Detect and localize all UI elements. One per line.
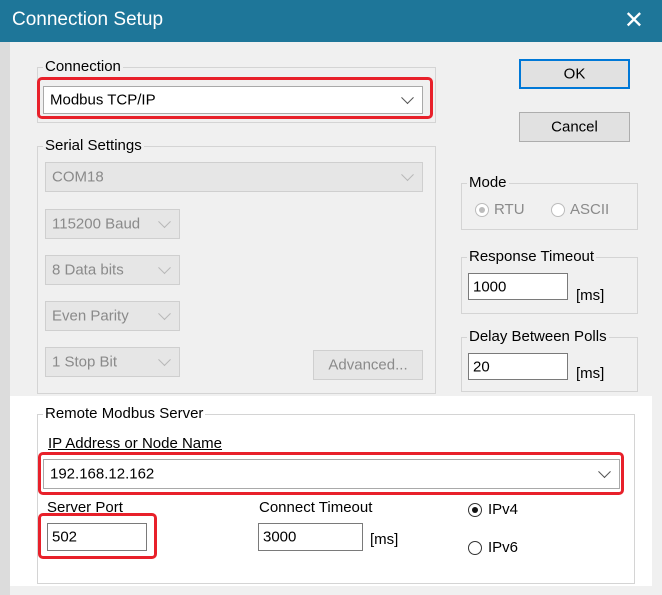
- window-title: Connection Setup: [12, 9, 164, 30]
- server-port-label: Server Port: [47, 499, 123, 516]
- delay-polls-unit: [ms]: [576, 365, 605, 382]
- connection-type-value: Modbus TCP/IP: [50, 91, 156, 109]
- stop-bits-value: 1 Stop Bit: [52, 353, 118, 371]
- ip-address-label: IP Address or Node Name: [48, 435, 222, 452]
- baud-select[interactable]: 115200 Baud: [45, 209, 180, 239]
- stop-bits-select[interactable]: 1 Stop Bit: [45, 347, 180, 377]
- connection-legend: Connection: [43, 58, 123, 75]
- chevron-down-icon: [158, 307, 171, 321]
- chevron-down-icon: [598, 465, 611, 479]
- parity-value: Even Parity: [52, 307, 129, 325]
- server-port-input[interactable]: 502: [47, 523, 147, 551]
- delay-polls-input[interactable]: 20: [468, 353, 568, 380]
- connect-timeout-value: 3000: [263, 528, 297, 546]
- response-timeout-value: 1000: [473, 278, 507, 295]
- ipv4-label: IPv4: [488, 501, 519, 518]
- chevron-down-icon: [401, 168, 414, 182]
- cancel-button[interactable]: Cancel: [519, 112, 630, 142]
- response-timeout-input[interactable]: 1000: [468, 273, 568, 300]
- connect-timeout-input[interactable]: 3000: [258, 523, 363, 551]
- response-timeout-unit: [ms]: [576, 287, 605, 304]
- baud-value: 115200 Baud: [52, 215, 141, 233]
- mode-ascii-radio[interactable]: [551, 203, 565, 217]
- advanced-button[interactable]: Advanced...: [313, 350, 423, 380]
- mode-rtu-radio[interactable]: [475, 203, 489, 217]
- chevron-down-icon: [158, 353, 171, 367]
- connection-type-select[interactable]: Modbus TCP/IP: [43, 86, 423, 114]
- data-bits-select[interactable]: 8 Data bits: [45, 255, 180, 285]
- cancel-button-label: Cancel: [551, 118, 598, 136]
- ip-address-value: 192.168.12.162: [50, 465, 155, 483]
- parity-select[interactable]: Even Parity: [45, 301, 180, 331]
- remote-server-legend: Remote Modbus Server: [43, 405, 206, 422]
- response-timeout-legend: Response Timeout: [467, 248, 597, 265]
- ok-button[interactable]: OK: [519, 59, 630, 89]
- mode-ascii-label: ASCII: [570, 201, 610, 218]
- delay-polls-value: 20: [473, 358, 490, 375]
- advanced-button-label: Advanced...: [328, 356, 408, 374]
- data-bits-value: 8 Data bits: [52, 261, 124, 279]
- ipv4-radio[interactable]: [468, 503, 482, 517]
- connect-timeout-unit: [ms]: [370, 531, 399, 548]
- serial-settings-legend: Serial Settings: [43, 137, 144, 154]
- ip-address-input[interactable]: 192.168.12.162: [43, 459, 620, 489]
- close-icon[interactable]: ✕: [624, 6, 644, 35]
- ipv6-radio[interactable]: [468, 541, 482, 555]
- chevron-down-icon: [158, 261, 171, 275]
- com-port-select[interactable]: COM18: [45, 162, 423, 192]
- ipv6-label: IPv6: [488, 539, 519, 556]
- title-bar[interactable]: Connection Setup ✕: [0, 0, 662, 42]
- window-edge: [0, 42, 10, 595]
- server-port-value: 502: [52, 528, 78, 546]
- chevron-down-icon: [401, 91, 414, 105]
- delay-polls-legend: Delay Between Polls: [467, 328, 609, 345]
- mode-rtu-label: RTU: [494, 201, 525, 218]
- com-port-value: COM18: [52, 168, 104, 186]
- mode-legend: Mode: [467, 174, 509, 191]
- ok-button-label: OK: [563, 65, 586, 83]
- connect-timeout-label: Connect Timeout: [259, 499, 373, 516]
- chevron-down-icon: [158, 215, 171, 229]
